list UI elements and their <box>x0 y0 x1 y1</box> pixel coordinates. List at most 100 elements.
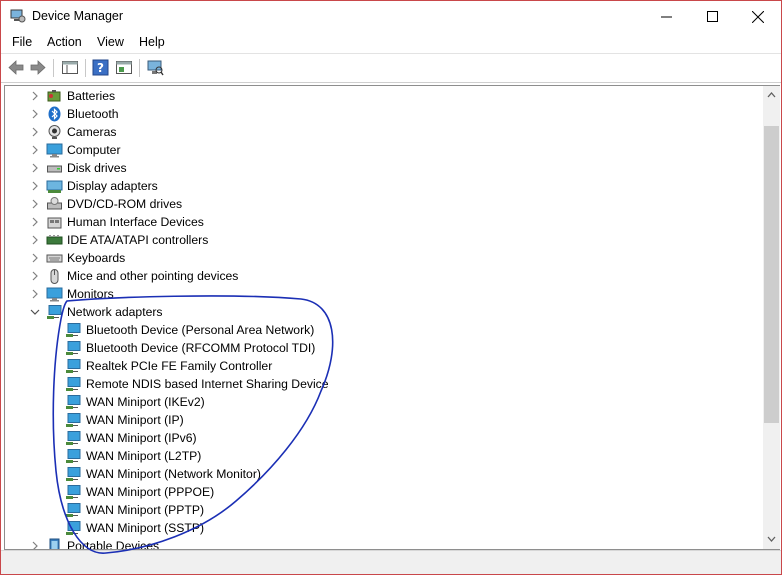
network-adapter-item[interactable]: WAN Miniport (PPPOE) <box>5 483 745 501</box>
chevron-right-icon[interactable] <box>30 216 40 228</box>
network-adapter-item[interactable]: Bluetooth Device (RFCOMM Protocol TDI) <box>5 339 745 357</box>
tree-item-label: WAN Miniport (PPTP) <box>86 503 205 517</box>
svg-text:?: ? <box>97 61 104 75</box>
tree-item-label: Bluetooth <box>67 107 119 121</box>
device-category-item[interactable]: Display adapters <box>5 177 745 195</box>
forward-arrow-icon[interactable] <box>29 59 47 76</box>
chevron-right-icon[interactable] <box>30 162 40 174</box>
tree-item-label: IDE ATA/ATAPI controllers <box>67 233 209 247</box>
device-category-item[interactable]: Bluetooth <box>5 105 745 123</box>
tree-item-label: DVD/CD-ROM drives <box>67 197 183 211</box>
chevron-right-icon[interactable] <box>30 90 40 102</box>
network-adapter-item[interactable]: WAN Miniport (IP) <box>5 411 745 429</box>
tree-item-label: Network adapters <box>67 305 163 319</box>
device-category-item[interactable]: Portable Devices <box>5 537 745 550</box>
device-category-item[interactable]: Cameras <box>5 123 745 141</box>
chevron-right-icon[interactable] <box>30 180 40 192</box>
network-adapter-icon <box>66 503 81 517</box>
tree-item-label: Remote NDIS based Internet Sharing Devic… <box>86 377 329 391</box>
network-adapter-item[interactable]: WAN Miniport (IPv6) <box>5 429 745 447</box>
device-manager-app-icon <box>10 9 26 23</box>
network-adapter-icon <box>66 449 81 463</box>
tree-item-label: Display adapters <box>67 179 158 193</box>
vertical-scrollbar[interactable] <box>763 85 780 550</box>
tree-item-label: Computer <box>67 143 121 157</box>
chevron-right-icon[interactable] <box>30 126 40 138</box>
network-adapter-icon <box>66 413 81 427</box>
toolbar-separator <box>85 59 86 77</box>
network-adapter-item[interactable]: WAN Miniport (SSTP) <box>5 519 745 537</box>
network-adapter-icon <box>66 467 81 481</box>
device-category-item[interactable]: DVD/CD-ROM drives <box>5 195 745 213</box>
chevron-right-icon[interactable] <box>30 198 40 210</box>
device-category-item[interactable]: Computer <box>5 141 745 159</box>
device-category-item[interactable]: Keyboards <box>5 249 745 267</box>
tree-item-label: Mice and other pointing devices <box>67 269 239 283</box>
menu-help[interactable]: Help <box>139 35 165 49</box>
properties-pane-icon[interactable] <box>115 59 133 76</box>
device-category-item[interactable]: IDE ATA/ATAPI controllers <box>5 231 745 249</box>
tree-item-label: Cameras <box>67 125 117 139</box>
tree-item-label: WAN Miniport (IP) <box>86 413 184 427</box>
chevron-right-icon[interactable] <box>30 252 40 264</box>
device-category-item[interactable]: Disk drives <box>5 159 745 177</box>
device-category-item[interactable]: Batteries <box>5 87 745 105</box>
window-title: Device Manager <box>32 9 124 23</box>
back-arrow-icon[interactable] <box>7 59 25 76</box>
chevron-right-icon[interactable] <box>30 270 40 282</box>
scan-hardware-icon[interactable] <box>146 59 164 76</box>
maximize-button[interactable] <box>689 1 735 32</box>
tree-item-label: WAN Miniport (SSTP) <box>86 521 205 535</box>
chevron-down-icon[interactable] <box>30 306 40 318</box>
menu-file[interactable]: File <box>12 35 32 49</box>
minimize-button[interactable] <box>643 1 689 32</box>
network-adapter-icon <box>66 521 81 535</box>
device-category-item[interactable]: Monitors <box>5 285 745 303</box>
device-category-item[interactable]: Network adapters <box>5 303 745 321</box>
help-icon[interactable]: ? <box>92 59 110 76</box>
hid-icon <box>47 217 62 229</box>
scroll-down-icon[interactable] <box>767 535 776 543</box>
toolbar: ? <box>1 53 781 83</box>
menu-action[interactable]: Action <box>47 35 82 49</box>
network-adapter-icon <box>66 341 81 355</box>
network-adapter-item[interactable]: WAN Miniport (Network Monitor) <box>5 465 745 483</box>
close-button[interactable] <box>735 1 781 32</box>
computer-icon <box>46 143 63 158</box>
chevron-right-icon[interactable] <box>30 540 40 550</box>
keyboard-icon <box>46 254 63 263</box>
network-adapter-item[interactable]: WAN Miniport (PPTP) <box>5 501 745 519</box>
chevron-right-icon[interactable] <box>30 108 40 120</box>
device-category-item[interactable]: Mice and other pointing devices <box>5 267 745 285</box>
close-icon <box>752 10 764 23</box>
network-adapter-icon <box>47 305 62 319</box>
scroll-up-icon[interactable] <box>767 91 776 99</box>
show-hide-console-tree-icon[interactable] <box>61 59 79 76</box>
menu-view[interactable]: View <box>97 35 124 49</box>
device-category-item[interactable]: Human Interface Devices <box>5 213 745 231</box>
tree-item-label: Bluetooth Device (RFCOMM Protocol TDI) <box>86 341 316 355</box>
bluetooth-icon <box>48 106 61 122</box>
network-adapter-icon <box>66 395 81 409</box>
network-adapter-item[interactable]: Bluetooth Device (Personal Area Network) <box>5 321 745 339</box>
battery-icon <box>47 90 61 102</box>
tree-item-label: Monitors <box>67 287 114 301</box>
display-adapter-icon <box>46 180 63 193</box>
device-tree[interactable]: Batteries Bluetooth Cameras Computer Disk dr… <box>4 85 765 550</box>
network-adapter-icon <box>66 431 81 445</box>
network-adapter-item[interactable]: WAN Miniport (IKEv2) <box>5 393 745 411</box>
scrollbar-thumb[interactable] <box>764 126 779 423</box>
network-adapter-item[interactable]: Realtek PCIe FE Family Controller <box>5 357 745 375</box>
chevron-right-icon[interactable] <box>30 144 40 156</box>
chevron-right-icon[interactable] <box>30 288 40 300</box>
chevron-right-icon[interactable] <box>30 234 40 246</box>
tree-item-label: Bluetooth Device (Personal Area Network) <box>86 323 315 337</box>
maximize-icon <box>706 11 718 22</box>
toolbar-separator <box>139 59 140 77</box>
title-bar[interactable]: Device Manager <box>1 1 781 32</box>
network-adapter-item[interactable]: WAN Miniport (L2TP) <box>5 447 745 465</box>
dvd-drive-icon <box>47 197 62 210</box>
network-adapter-item[interactable]: Remote NDIS based Internet Sharing Devic… <box>5 375 745 393</box>
tree-item-label: WAN Miniport (PPPOE) <box>86 485 215 499</box>
tree-item-label: WAN Miniport (IKEv2) <box>86 395 205 409</box>
